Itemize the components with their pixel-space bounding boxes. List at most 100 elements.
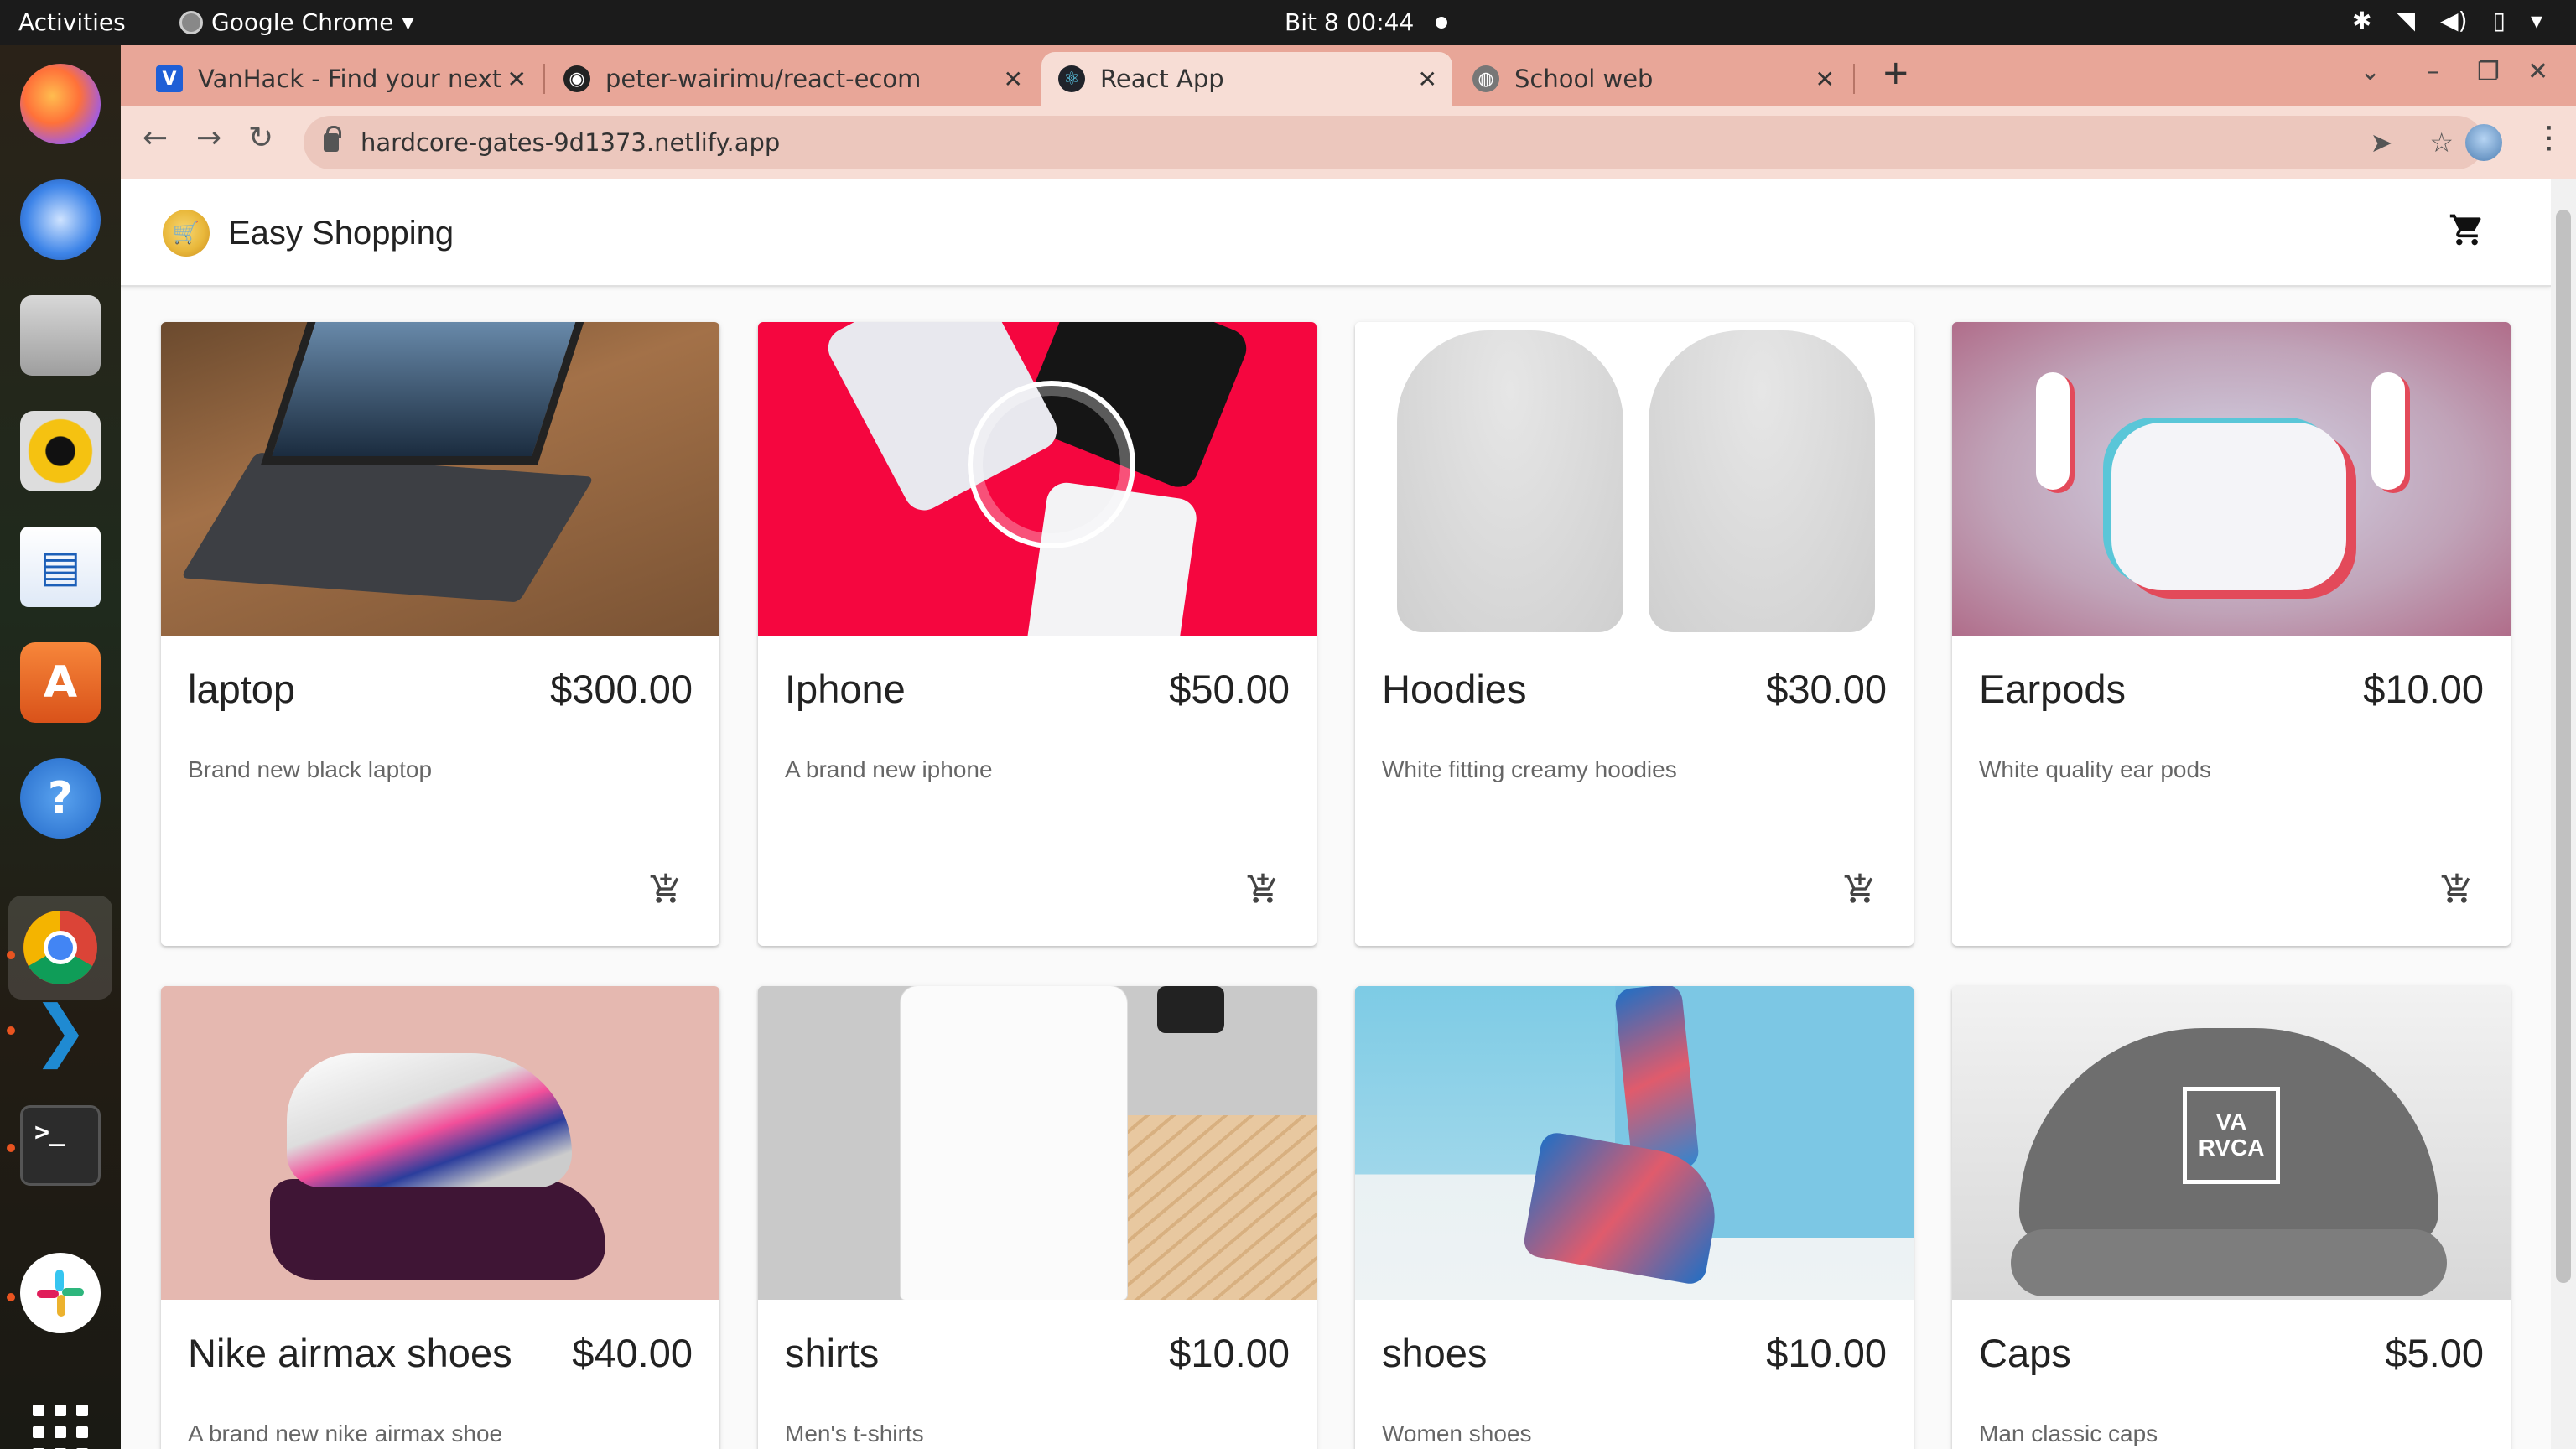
shopping-logo-icon: 🛒 [163,210,210,257]
product-description: Women shoes [1382,1420,1532,1446]
running-indicator [7,1026,15,1035]
tab-strip: V VanHack - Find your next ✕ ◉ peter-wai… [121,45,2576,106]
dock: ▤ A ? ❯ >_ [0,45,121,1449]
tab-search-icon[interactable]: ⌄ [2360,57,2381,86]
url-text[interactable]: hardcore-gates-9d1373.netlify.app [361,128,780,157]
tab-vanhack[interactable]: V VanHack - Find your next ✕ [139,52,542,106]
add-to-cart-icon[interactable] [2440,872,2474,914]
product-description: White quality ear pods [1979,756,2212,782]
chevron-down-icon: ▾ [402,8,414,36]
slack-icon[interactable] [20,1253,101,1333]
chrome-logo-icon [23,911,97,984]
activities-button[interactable]: Activities [18,8,126,36]
restore-icon[interactable]: ❐ [2477,57,2500,86]
vscode-icon[interactable]: ❯ [20,989,101,1070]
product-description: A brand new iphone [785,756,993,782]
product-name: shirts [785,1331,880,1375]
chevron-down-icon: ▾ [2530,7,2542,34]
chrome-dock-icon[interactable] [8,896,112,1000]
product-card[interactable]: Earpods $10.00 White quality ear pods [1952,322,2511,946]
profile-avatar[interactable] [2465,124,2502,161]
product-card[interactable]: Iphone $50.00 A brand new iphone [758,322,1317,946]
tab-title: peter-wairimu/react-ecom [605,65,922,93]
product-price: $10.00 [1169,1331,1290,1375]
system-tray[interactable]: ✱ ◥ ◀) ▯ ▾ [2352,7,2542,34]
product-name: Hoodies [1382,667,1527,711]
product-image-caps: VA RVCA [1952,986,2511,1300]
libreoffice-writer-icon[interactable]: ▤ [20,527,101,607]
product-description: Men's t-shirts [785,1420,924,1446]
globe-icon: ◍ [1472,65,1499,92]
thunderbird-icon[interactable] [20,179,101,260]
rhythmbox-icon[interactable] [20,411,101,491]
product-image-hoodies [1355,322,1914,636]
product-name: Nike airmax shoes [188,1331,512,1375]
github-icon: ◉ [564,65,590,92]
minimize-icon[interactable]: – [2427,57,2439,86]
more-menu-icon[interactable]: ⋮ [2534,121,2564,155]
battery-icon: ▯ [2492,7,2506,34]
ubuntu-software-icon[interactable]: A [20,642,101,723]
chrome-mini-icon [179,10,203,34]
product-card[interactable]: shirts $10.00 Men's t-shirts [758,986,1317,1449]
slack-logo-icon [37,1270,84,1317]
cart-icon[interactable] [2449,211,2485,257]
system-top-bar: Activities Google Chrome ▾ Bit 8 00:44 ✱… [0,0,2576,45]
clock[interactable]: Bit 8 00:44 [1285,8,1414,36]
product-name: shoes [1382,1331,1488,1375]
product-image-nike-airmax [161,986,719,1300]
product-image-shirts [758,986,1317,1300]
tab-school-web[interactable]: ◍ School web ✕ [1456,52,1850,106]
product-card[interactable]: Nike airmax shoes $40.00 A brand new nike… [161,986,719,1449]
product-price: $30.00 [1766,667,1887,711]
product-card[interactable]: Hoodies $30.00 White fitting creamy hoodi… [1355,322,1914,946]
product-description: Brand new black laptop [188,756,433,782]
product-description: White fitting creamy hoodies [1382,756,1677,782]
tab-github[interactable]: ◉ peter-wairimu/react-ecom ✕ [547,52,1038,106]
product-price: $5.00 [2385,1331,2484,1375]
add-to-cart-icon[interactable] [1246,872,1280,914]
address-bar[interactable]: hardcore-gates-9d1373.netlify.app ➤ ☆ [304,116,2484,169]
product-price: $10.00 [1766,1331,1887,1375]
add-to-cart-icon[interactable] [1843,872,1877,914]
app-menu[interactable]: Google Chrome ▾ [179,8,414,36]
chrome-window: V VanHack - Find your next ✕ ◉ peter-wai… [121,45,2576,1449]
page-scrollbar[interactable] [2551,179,2576,1449]
slack-tray-icon[interactable]: ✱ [2352,7,2371,34]
help-icon[interactable]: ? [20,758,101,839]
show-applications-icon[interactable] [20,1392,101,1449]
back-icon[interactable]: ← [143,121,168,155]
close-icon[interactable]: ✕ [1418,65,1437,93]
reload-icon[interactable]: ↻ [248,121,273,155]
product-price: $10.00 [2363,667,2484,711]
bookmark-star-icon[interactable]: ☆ [2429,127,2454,158]
product-name: Caps [1979,1331,2071,1375]
firefox-icon[interactable] [20,64,101,144]
product-card[interactable]: VA RVCA Caps $5.00 Man classic caps [1952,986,2511,1449]
wifi-icon: ◥ [2397,7,2416,34]
product-image-iphone [758,322,1317,636]
product-card[interactable]: laptop $300.00 Brand new black laptop [161,322,719,946]
close-icon[interactable]: ✕ [507,65,527,93]
terminal-icon[interactable]: >_ [20,1105,101,1186]
tab-react-app[interactable]: ⚛ React App ✕ [1041,52,1452,106]
forward-icon[interactable]: → [196,121,221,155]
files-icon[interactable] [20,295,101,376]
close-icon[interactable]: ✕ [1815,65,1835,93]
new-tab-button[interactable]: + [1882,54,1910,92]
tab-separator [543,64,545,94]
close-window-icon[interactable]: ✕ [2527,57,2548,86]
lock-icon[interactable] [324,126,341,152]
product-price: $50.00 [1169,667,1290,711]
product-name: Earpods [1979,667,2127,711]
page-viewport: 🛒 Easy Shopping laptop $300.00 Brand new … [121,179,2551,1449]
send-icon[interactable]: ➤ [2371,127,2393,158]
tab-title: School web [1514,65,1654,93]
tab-title: React App [1100,65,1224,93]
product-card[interactable]: shoes $10.00 Women shoes [1355,986,1914,1449]
product-image-earpods [1952,322,2511,636]
close-icon[interactable]: ✕ [1004,65,1023,93]
scrollbar-thumb[interactable] [2556,210,2571,1283]
brand-title: Easy Shopping [228,215,454,252]
add-to-cart-icon[interactable] [649,872,683,914]
